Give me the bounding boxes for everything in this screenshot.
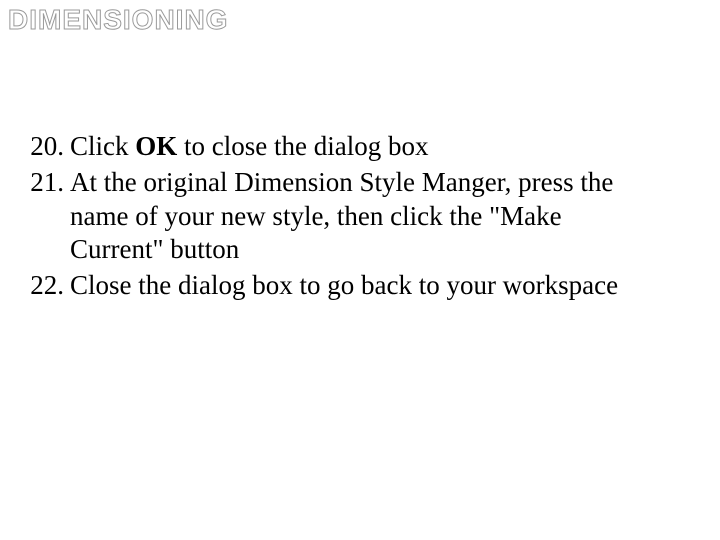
slide: DIMENSIONING 20. Click OK to close the d… xyxy=(0,0,720,540)
list-item: 22. Close the dialog box to go back to y… xyxy=(16,269,660,303)
bold-run: OK xyxy=(135,131,177,161)
page-title: DIMENSIONING xyxy=(8,4,228,36)
text-run: to close the dialog box xyxy=(177,131,428,161)
list-item: 21. At the original Dimension Style Mang… xyxy=(16,166,660,267)
content-area: 20. Click OK to close the dialog box 21.… xyxy=(16,130,660,305)
step-number: 21. xyxy=(16,166,70,267)
step-text: Click OK to close the dialog box xyxy=(70,130,660,164)
step-text: At the original Dimension Style Manger, … xyxy=(70,166,660,267)
text-run: Click xyxy=(70,131,135,161)
step-number: 20. xyxy=(16,130,70,164)
step-text: Close the dialog box to go back to your … xyxy=(70,269,660,303)
step-list: 20. Click OK to close the dialog box 21.… xyxy=(16,130,660,303)
step-number: 22. xyxy=(16,269,70,303)
list-item: 20. Click OK to close the dialog box xyxy=(16,130,660,164)
